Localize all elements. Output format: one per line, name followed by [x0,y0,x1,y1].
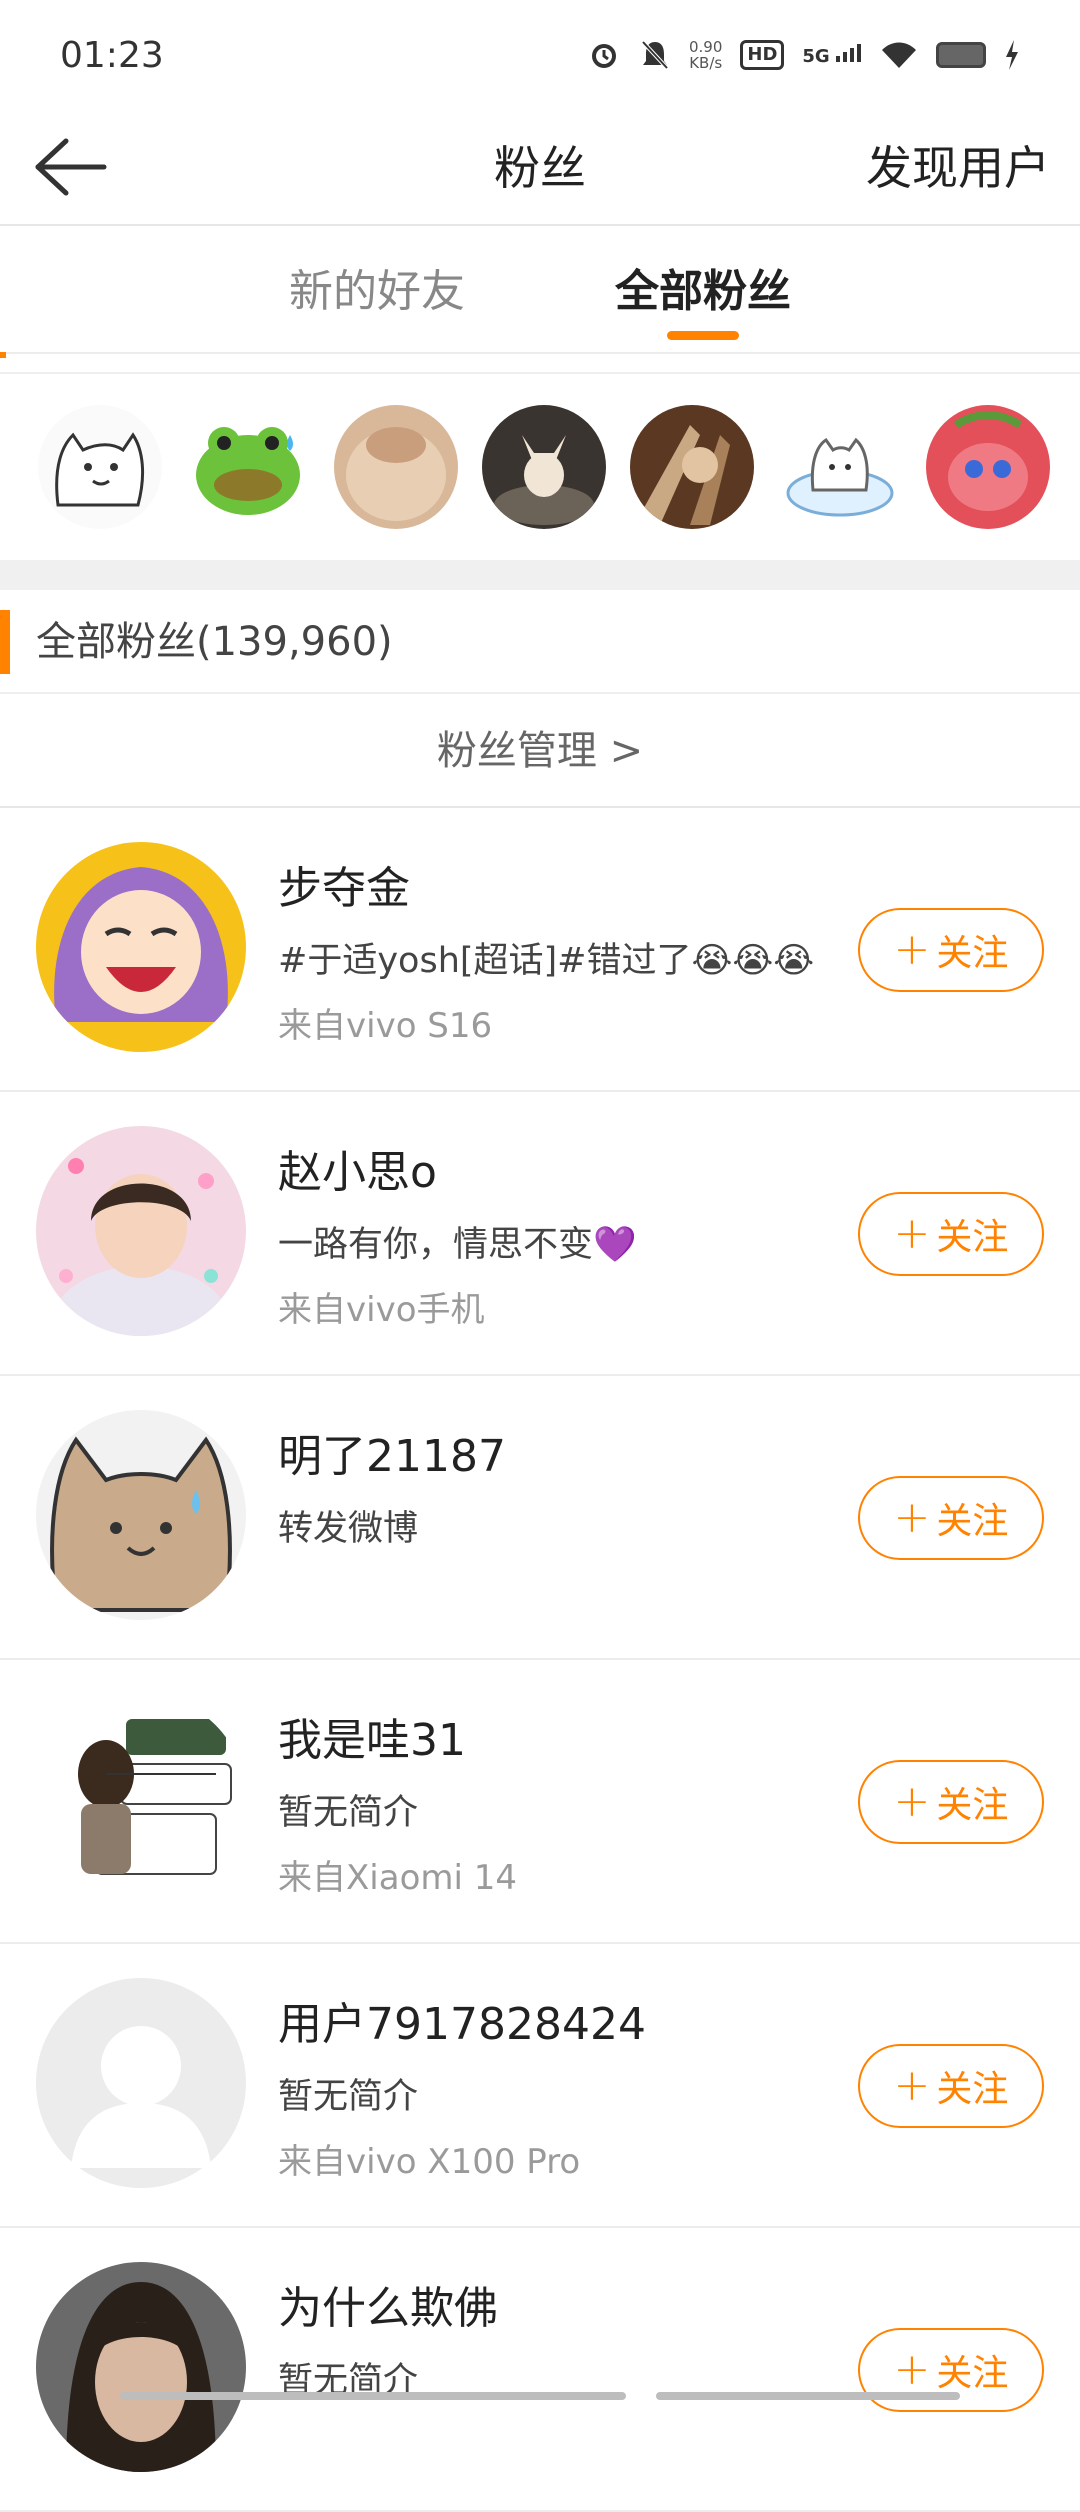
fan-name[interactable]: 用户7917828424 [278,1988,646,2052]
fan-row[interactable]: 为什么欺佛 暂无简介 + 关注 [0,2228,1080,2512]
fan-source: 来自vivo X100 Pro [278,2134,580,2183]
follow-button[interactable]: + 关注 [858,1760,1044,1844]
fan-bio: 转发微博 [278,1500,418,1551]
alarm-icon [587,38,621,72]
hd-badge: HD [740,40,784,70]
fans-list: 步夺金 #于适yosh[超话]#错过了😭😭😭 来自vivo S16 + 关注 赵… [0,808,1080,2512]
avatar[interactable] [36,1978,246,2188]
plus-icon: + [894,2350,931,2390]
fan-row[interactable]: 步夺金 #于适yosh[超话]#错过了😭😭😭 来自vivo S16 + 关注 [0,808,1080,1092]
status-bar: 01:23 0.90 KB/s HD 5G [0,0,1080,110]
gesture-bar [120,2392,960,2400]
mute-bell-icon [639,38,671,72]
fan-row[interactable]: 赵小思o 一路有你，情思不变💜 来自vivo手机 + 关注 [0,1092,1080,1376]
follow-label: 关注 [936,924,1008,976]
strip-avatar[interactable] [334,405,458,529]
net-speed: 0.90 KB/s [689,39,722,71]
tab-new-friends[interactable]: 新的好友 [289,228,465,354]
battery-icon [936,42,986,68]
divider-band [0,560,1080,590]
discover-users-button[interactable]: 发现用户 [866,110,1050,226]
fan-name[interactable]: 我是哇31 [278,1704,466,1768]
fan-source: 来自vivo手机 [278,1282,485,1331]
strip-avatar[interactable] [186,405,310,529]
fan-bio: 暂无简介 [278,2068,418,2119]
follow-button[interactable]: + 关注 [858,1476,1044,1560]
fans-management-link[interactable]: 粉丝管理 > [0,694,1080,808]
strip-avatar[interactable] [482,405,606,529]
strip-avatar[interactable] [778,405,902,529]
strip-avatar[interactable] [926,405,1050,529]
recent-fans-strip [0,372,1080,560]
fan-name[interactable]: 明了21187 [278,1420,506,1484]
fan-bio: 一路有你，情思不变💜 [278,1216,637,1267]
follow-label: 关注 [936,1208,1008,1260]
follow-button[interactable]: + 关注 [858,908,1044,992]
tab-bar: 新的好友 全部粉丝 [0,228,1080,354]
fan-row[interactable]: 用户7917828424 暂无简介 来自vivo X100 Pro + 关注 [0,1944,1080,2228]
section-header: 全部粉丝(139,960) [0,590,1080,694]
follow-label: 关注 [936,2060,1008,2112]
fan-source: 来自Xiaomi 14 [278,1850,517,1899]
app-header: 粉丝 发现用户 [0,110,1080,226]
avatar[interactable] [36,1126,246,1336]
fan-name[interactable]: 为什么欺佛 [278,2272,498,2336]
follow-label: 关注 [936,2344,1008,2396]
scroll-marker [0,352,6,358]
fan-bio: #于适yosh[超话]#错过了😭😭😭 [278,932,814,983]
fan-row[interactable]: 我是哇31 暂无简介 来自Xiaomi 14 + 关注 [0,1660,1080,1944]
fan-bio: 暂无简介 [278,1784,418,1835]
plus-icon: + [894,1498,931,1538]
plus-icon: + [894,2066,931,2106]
strip-avatar[interactable] [630,405,754,529]
follow-button[interactable]: + 关注 [858,1192,1044,1276]
section-accent-bar [0,610,10,674]
status-icons: 0.90 KB/s HD 5G [587,38,1020,72]
net-speed-unit: KB/s [689,55,722,71]
avatar[interactable] [36,1694,246,1904]
charging-icon [1004,40,1020,70]
follow-button[interactable]: + 关注 [858,2044,1044,2128]
tab-all-fans[interactable]: 全部粉丝 [615,228,791,354]
fan-source: 来自vivo S16 [278,998,492,1047]
network-type: 5G [802,44,862,67]
plus-icon: + [894,930,931,970]
plus-icon: + [894,1214,931,1254]
wifi-icon [880,40,918,70]
section-label: 全部粉丝(139,960) [36,590,393,694]
avatar[interactable] [36,2262,246,2472]
signal-icon [836,44,862,62]
strip-avatar[interactable] [38,405,162,529]
fan-name[interactable]: 赵小思o [278,1136,437,1200]
net-speed-value: 0.90 [689,39,722,55]
plus-icon: + [894,1782,931,1822]
status-time: 01:23 [60,35,164,76]
follow-label: 关注 [936,1776,1008,1828]
fan-name[interactable]: 步夺金 [278,852,410,916]
follow-label: 关注 [936,1492,1008,1544]
fan-row[interactable]: 明了21187 转发微博 + 关注 [0,1376,1080,1660]
avatar[interactable] [36,1410,246,1620]
avatar[interactable] [36,842,246,1052]
